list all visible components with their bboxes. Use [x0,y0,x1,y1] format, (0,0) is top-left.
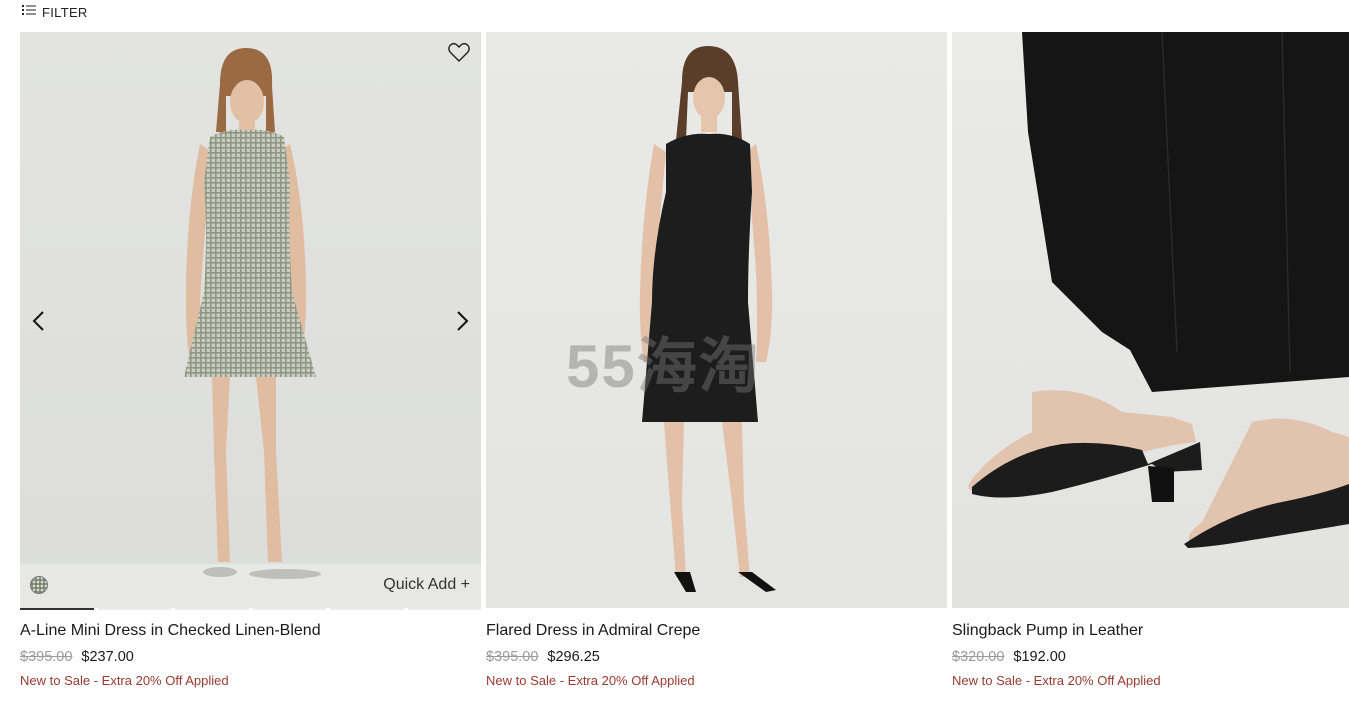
price-row: $320.00 $192.00 [952,649,1349,665]
product-image[interactable]: Quick Add + [20,32,481,608]
sale-price: $296.25 [547,649,600,665]
chevron-right-icon[interactable] [452,310,472,332]
image-carousel-progress [952,608,1349,610]
model-in-black-dress-photo [639,46,776,592]
carousel-step[interactable] [20,608,94,610]
price-row: $395.00 $296.25 [486,649,947,665]
product-card: Quick Add + A-Line Mini Dress in Checked… [20,32,481,688]
carousel-step[interactable] [407,608,481,610]
product-card: Slingback Pump in Leather $320.00 $192.0… [952,32,1349,688]
image-carousel-progress [486,608,947,610]
promo-text: New to Sale - Extra 20% Off Applied [486,673,695,688]
color-swatch[interactable] [30,576,48,594]
product-name[interactable]: Slingback Pump in Leather [952,622,1349,640]
product-image[interactable] [952,32,1349,608]
sale-price: $237.00 [81,649,134,665]
quick-add-bar: Quick Add + [20,564,481,608]
promo-text: New to Sale - Extra 20% Off Applied [20,673,229,688]
heart-icon[interactable] [447,40,471,64]
image-carousel-progress [20,608,481,610]
carousel-step[interactable] [175,608,249,610]
product-card: Flared Dress in Admiral Crepe $395.00 $2… [486,32,947,688]
original-price: $395.00 [20,649,73,665]
filter-label: FILTER [42,4,88,20]
model-in-checked-dress-photo [184,48,321,579]
product-name[interactable]: Flared Dress in Admiral Crepe [486,622,947,640]
quick-add-button[interactable]: Quick Add + [383,576,470,594]
filter-list-icon [22,3,36,21]
filter-button[interactable]: FILTER [22,3,88,21]
carousel-step[interactable] [97,608,171,610]
product-name[interactable]: A-Line Mini Dress in Checked Linen-Blend [20,622,481,640]
original-price: $320.00 [952,649,1005,665]
carousel-step[interactable] [252,608,326,610]
promo-text: New to Sale - Extra 20% Off Applied [952,673,1161,688]
chevron-left-icon[interactable] [29,310,49,332]
product-image[interactable] [486,32,947,608]
original-price: $395.00 [486,649,539,665]
price-row: $395.00 $237.00 [20,649,481,665]
slingback-pumps-photo [968,32,1349,548]
sale-price: $192.00 [1013,649,1066,665]
carousel-step[interactable] [330,608,404,610]
